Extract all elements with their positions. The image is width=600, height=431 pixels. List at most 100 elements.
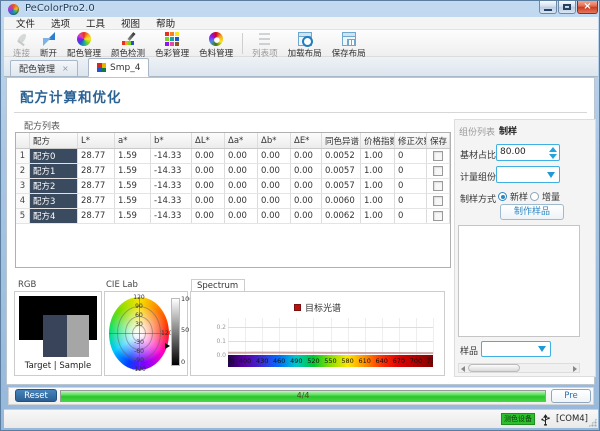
- cell-recipe-name[interactable]: 配方4: [30, 209, 78, 223]
- stepper-arrows[interactable]: [546, 145, 559, 160]
- spin-up-icon[interactable]: [549, 147, 557, 152]
- toolbar-button-9[interactable]: 保存布局: [327, 32, 371, 59]
- close-icon: ×: [583, 1, 591, 12]
- table-row[interactable]: 3配方228.771.59-14.330.000.000.000.000.005…: [16, 179, 450, 194]
- cell-save: [427, 194, 450, 208]
- tabbar: 配色管理 × Smp_4: [4, 57, 598, 77]
- base-ratio-stepper[interactable]: 80.00: [496, 144, 560, 161]
- cell-recipe-name[interactable]: 配方0: [30, 149, 78, 163]
- app-icon: [8, 4, 19, 15]
- scrollbar-thumb[interactable]: [468, 364, 520, 372]
- color-detect-icon: [121, 32, 135, 46]
- table-row[interactable]: 1配方028.771.59-14.330.000.000.000.000.005…: [16, 149, 450, 164]
- lab-a-axis: [109, 333, 169, 334]
- window-title: PeColorPro2.0: [25, 3, 95, 14]
- column-header-1[interactable]: L*: [78, 133, 115, 148]
- tab-smp4[interactable]: Smp_4: [88, 58, 149, 77]
- save-checkbox[interactable]: [433, 181, 443, 191]
- resize-grip[interactable]: [588, 418, 597, 427]
- cell-value: 1.00: [361, 209, 395, 223]
- column-header-7[interactable]: ΔE*: [291, 133, 322, 148]
- make-sample-button[interactable]: 制作样品: [500, 204, 564, 220]
- cell-value: 0.00: [192, 149, 225, 163]
- maximize-button[interactable]: [558, 1, 576, 14]
- column-header-11[interactable]: 保存: [427, 133, 450, 148]
- pre-button[interactable]: Pre: [551, 389, 591, 403]
- menu-item-2[interactable]: 工具: [78, 16, 113, 30]
- tab-color-match-manage[interactable]: 配色管理 ×: [10, 60, 78, 77]
- cell-value: 0.00: [225, 209, 258, 223]
- gridline-v: [433, 318, 434, 355]
- x-tick-label: 580: [341, 355, 353, 367]
- save-checkbox[interactable]: [433, 151, 443, 161]
- progress-bar: 4/4: [60, 390, 546, 402]
- column-header-4[interactable]: ΔL*: [192, 133, 225, 148]
- scroll-left-icon[interactable]: [461, 366, 465, 372]
- save-checkbox[interactable]: [433, 196, 443, 206]
- toolbar-button-3[interactable]: 颜色检测: [106, 32, 150, 59]
- cell-value: 0.00: [258, 194, 291, 208]
- cell-value: -14.33: [151, 149, 192, 163]
- components-listbox[interactable]: [458, 225, 580, 337]
- radio-increment[interactable]: 增量: [530, 190, 560, 203]
- close-button[interactable]: ×: [577, 1, 598, 14]
- toolbar-button-8[interactable]: 加载布局: [283, 32, 327, 59]
- sample-dropdown[interactable]: [481, 341, 551, 357]
- radio-label: 新样: [510, 190, 528, 203]
- menu-item-0[interactable]: 文件: [8, 16, 43, 30]
- tab-close-icon[interactable]: ×: [62, 65, 69, 73]
- x-tick-label: 700: [410, 355, 422, 367]
- cell-value: 0: [395, 179, 427, 193]
- menu-item-3[interactable]: 视图: [113, 16, 148, 30]
- column-header-6[interactable]: Δb*: [258, 133, 291, 148]
- cell-value: 0: [395, 149, 427, 163]
- metering-dropdown[interactable]: [496, 166, 560, 183]
- radio-label: 增量: [542, 190, 560, 203]
- lightness-label: 0: [181, 358, 185, 366]
- lightness-marker-icon: [165, 343, 170, 349]
- menu-item-1[interactable]: 选项: [43, 16, 78, 30]
- toolbar-button-4[interactable]: 色彩管理: [150, 32, 194, 59]
- cell-recipe-name[interactable]: 配方3: [30, 194, 78, 208]
- cell-value: 0.00: [291, 149, 322, 163]
- minimize-button[interactable]: [539, 1, 557, 14]
- radio-new-sample[interactable]: 新样: [498, 190, 528, 203]
- usb-icon: [540, 413, 551, 426]
- toolbar-button-2[interactable]: 配色管理: [62, 32, 106, 59]
- cell-value: 0: [395, 209, 427, 223]
- cell-value: 1.59: [115, 149, 151, 163]
- toolbar-button-5[interactable]: 色料管理: [194, 32, 238, 59]
- toolbar-button-1[interactable]: 断开: [35, 32, 62, 59]
- save-layout-icon: [342, 32, 356, 46]
- table-row[interactable]: 4配方328.771.59-14.330.000.000.000.000.006…: [16, 194, 450, 209]
- row-number: 2: [16, 164, 30, 178]
- menu-item-4[interactable]: 帮助: [148, 16, 183, 30]
- table-row[interactable]: 5配方428.771.59-14.330.000.000.000.000.006…: [16, 209, 450, 224]
- scroll-right-icon[interactable]: [573, 366, 577, 372]
- cell-value: 0.00: [225, 164, 258, 178]
- cell-value: -14.33: [151, 194, 192, 208]
- column-header-5[interactable]: Δa*: [225, 133, 258, 148]
- horizontal-scrollbar[interactable]: [458, 363, 580, 373]
- save-checkbox[interactable]: [433, 166, 443, 176]
- cell-recipe-name[interactable]: 配方1: [30, 164, 78, 178]
- column-header-0[interactable]: 配方: [30, 133, 78, 148]
- reset-button[interactable]: Reset: [15, 389, 57, 402]
- cell-recipe-name[interactable]: 配方2: [30, 179, 78, 193]
- column-header-3[interactable]: b*: [151, 133, 192, 148]
- x-tick-label: 430: [256, 355, 268, 367]
- tab-make-sample[interactable]: 制样: [499, 124, 517, 137]
- column-header-9[interactable]: 价格指数: [361, 133, 395, 148]
- toolbar-separator: [242, 33, 243, 54]
- table-row[interactable]: 2配方128.771.59-14.330.000.000.000.000.005…: [16, 164, 450, 179]
- cell-value: 0.0062: [322, 209, 361, 223]
- tab-components-list[interactable]: 组份列表: [459, 125, 495, 138]
- column-header-8[interactable]: 同色异谱: [322, 133, 361, 148]
- column-header-2[interactable]: a*: [115, 133, 151, 148]
- column-header-10[interactable]: 修正次数: [395, 133, 427, 148]
- spin-down-icon[interactable]: [549, 154, 557, 159]
- row-number: 3: [16, 179, 30, 193]
- rgb-panel-label: RGB: [18, 280, 36, 290]
- save-checkbox[interactable]: [433, 211, 443, 221]
- y-tick-label: 0.0: [209, 352, 226, 359]
